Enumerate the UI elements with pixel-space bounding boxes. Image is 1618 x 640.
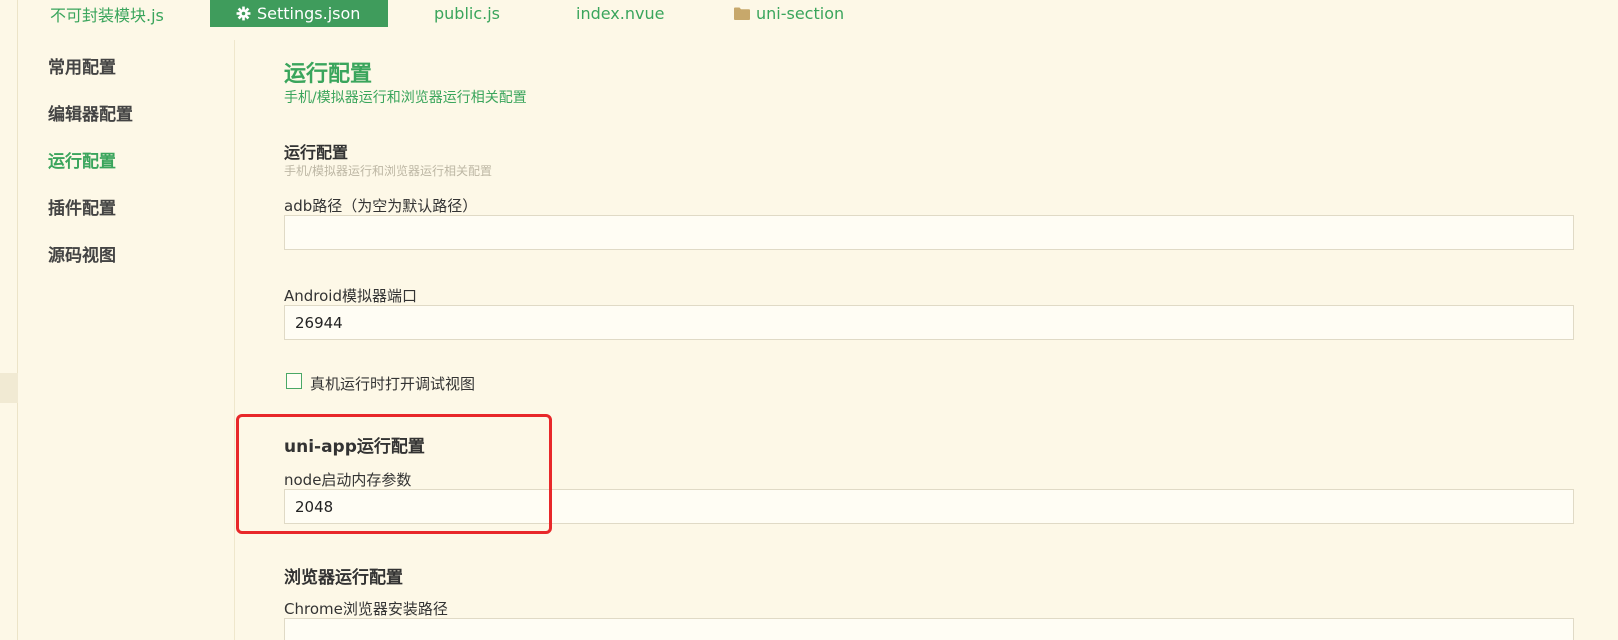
node-memory-input[interactable] [284,489,1574,524]
node-memory-label: node启动内存参数 [284,471,412,489]
android-port-input[interactable] [284,305,1574,340]
page-title: 运行配置 [284,62,373,87]
debug-view-checkbox-label[interactable]: 真机运行时打开调试视图 [310,373,475,394]
settings-sidebar: 常用配置 编辑器配置 运行配置 插件配置 源码视图 [18,40,235,640]
sidebar-item-editor[interactable]: 编辑器配置 [48,100,133,125]
page-subtitle: 手机/模拟器运行和浏览器运行相关配置 [284,90,527,106]
settings-content: 运行配置 手机/模拟器运行和浏览器运行相关配置 运行配置 手机/模拟器运行和浏览… [284,0,1618,640]
debug-view-checkbox[interactable] [286,373,302,389]
tab-label: 不可封装模块.js [50,5,164,25]
gear-icon [236,6,251,21]
sidebar-item-common[interactable]: 常用配置 [48,53,116,78]
sidebar-item-plugins[interactable]: 插件配置 [48,194,116,219]
android-port-label: Android模拟器端口 [284,287,417,305]
tab-module-js[interactable]: 不可封装模块.js [50,0,164,27]
run-section-subtitle: 手机/模拟器运行和浏览器运行相关配置 [284,164,493,178]
uniapp-section-title: uni-app运行配置 [284,437,425,457]
adb-path-input[interactable] [284,215,1574,250]
sidebar-item-source-view[interactable]: 源码视图 [48,241,116,266]
run-section-title: 运行配置 [284,143,349,162]
gutter-marker [0,373,18,403]
chrome-path-label: Chrome浏览器安装路径 [284,600,448,618]
chrome-path-input[interactable] [284,618,1574,640]
adb-path-label: adb路径（为空为默认路径） [284,197,478,215]
editor-gutter [0,0,18,640]
browser-section-title: 浏览器运行配置 [284,568,403,588]
sidebar-item-run[interactable]: 运行配置 [48,147,116,172]
